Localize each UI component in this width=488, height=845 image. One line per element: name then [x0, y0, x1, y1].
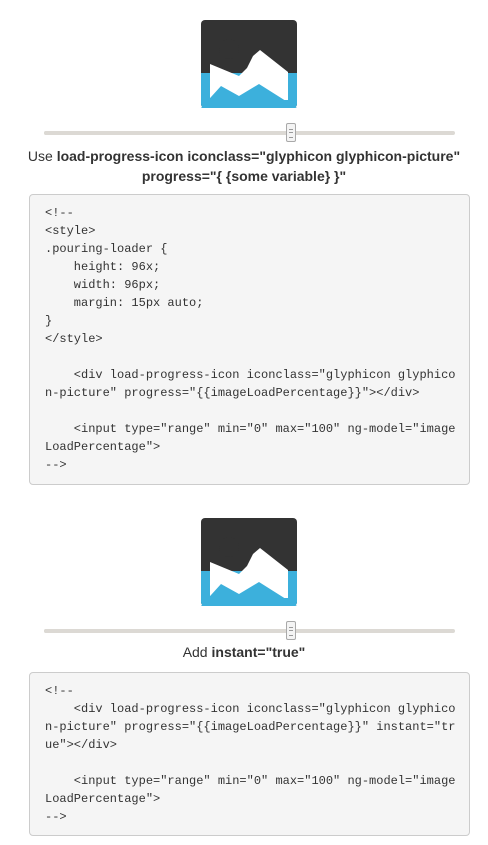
- code-block: <!-- <div load-progress-icon iconclass="…: [29, 672, 470, 836]
- slider-thumb[interactable]: [286, 621, 296, 640]
- caption-code: instant="true": [211, 644, 306, 660]
- slider-fill: [44, 629, 291, 633]
- demo-section-2: Add instant="true" <!-- <div load-progre…: [0, 0, 488, 845]
- demo-caption: Add instant="true": [0, 642, 488, 662]
- progress-range-slider[interactable]: [44, 621, 455, 641]
- picture-icon: [201, 518, 297, 606]
- caption-prefix: Add: [182, 644, 212, 660]
